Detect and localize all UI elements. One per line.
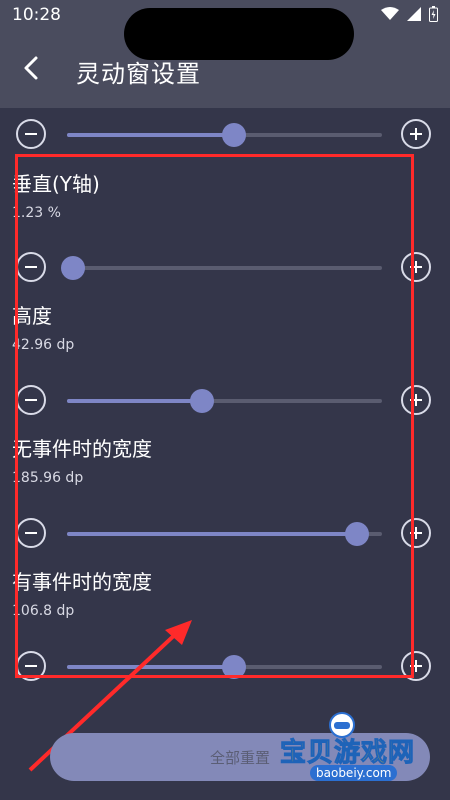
slider-track[interactable]	[61, 256, 382, 280]
setting-label-height: 高度	[12, 304, 52, 328]
increase-button[interactable]	[401, 385, 431, 415]
slider-track[interactable]	[67, 389, 382, 413]
slider-row-vertical	[0, 252, 450, 288]
increase-button[interactable]	[401, 252, 431, 282]
wifi-icon	[381, 7, 399, 20]
slider-thumb[interactable]	[221, 123, 246, 147]
slider-fill	[67, 399, 203, 403]
slider-row-idle-width	[0, 518, 450, 554]
slider-track[interactable]	[67, 522, 382, 546]
battery-icon	[429, 6, 438, 22]
setting-value-event-width: 106.8 dp	[12, 603, 75, 619]
slider-track[interactable]	[67, 123, 382, 147]
status-icons	[381, 6, 438, 22]
slider-thumb[interactable]	[190, 389, 215, 413]
slider-thumb[interactable]	[344, 522, 369, 546]
slider-row-top	[0, 119, 450, 155]
signal-icon	[407, 7, 421, 21]
plus-icon	[410, 394, 422, 406]
plus-icon	[410, 527, 422, 539]
decrease-button[interactable]	[16, 385, 46, 415]
decrease-button[interactable]	[16, 119, 46, 149]
reset-all-button[interactable]: 全部重置	[50, 733, 430, 781]
plus-icon	[410, 128, 422, 140]
status-time: 10:28	[12, 5, 61, 25]
minus-icon	[25, 399, 37, 401]
slider-thumb[interactable]	[61, 256, 86, 280]
slider-row-event-width	[0, 651, 450, 687]
minus-icon	[25, 532, 37, 534]
minus-icon	[25, 266, 37, 268]
decrease-button[interactable]	[16, 651, 46, 681]
decrease-button[interactable]	[16, 518, 46, 548]
setting-value-vertical: 1.23 %	[12, 205, 61, 221]
setting-value-height: 42.96 dp	[12, 337, 75, 353]
decrease-button[interactable]	[16, 252, 46, 282]
increase-button[interactable]	[401, 119, 431, 149]
minus-icon	[25, 665, 37, 667]
slider-track[interactable]	[67, 655, 382, 679]
minus-icon	[25, 133, 37, 135]
chevron-left-icon	[24, 56, 38, 80]
slider-row-height	[0, 385, 450, 421]
plus-icon	[410, 660, 422, 672]
setting-label-idle-width: 无事件时的宽度	[12, 437, 152, 461]
setting-value-idle-width: 185.96 dp	[12, 470, 84, 486]
setting-label-event-width: 有事件时的宽度	[12, 570, 152, 594]
setting-label-vertical: 垂直(Y轴)	[12, 172, 100, 196]
slider-thumb[interactable]	[221, 655, 246, 679]
increase-button[interactable]	[401, 518, 431, 548]
slider-fill	[67, 665, 234, 669]
increase-button[interactable]	[401, 651, 431, 681]
camera-notch	[124, 8, 354, 60]
slider-fill	[67, 133, 234, 137]
plus-icon	[410, 261, 422, 273]
slider-fill	[67, 532, 357, 536]
back-button[interactable]	[18, 54, 46, 82]
